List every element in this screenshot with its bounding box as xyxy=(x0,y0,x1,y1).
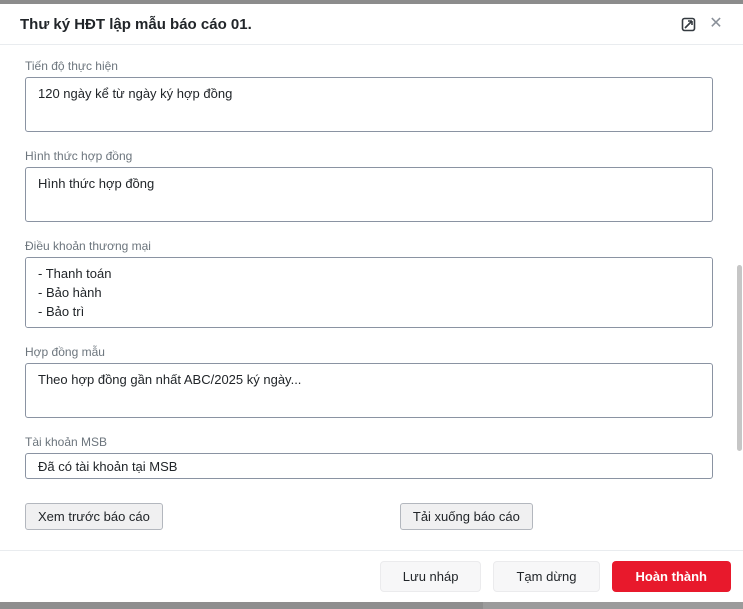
tai-khoan-msb-input[interactable] xyxy=(25,453,713,479)
report-template-dialog: Thư ký HĐT lập mẫu báo cáo 01. ✕ Tiến độ… xyxy=(0,4,743,602)
report-action-row: Xem trước báo cáo Tải xuống báo cáo xyxy=(25,503,713,530)
field-label-dieu-khoan: Điều khoản thương mại xyxy=(25,239,713,253)
hinh-thuc-hop-dong-textarea[interactable]: Hình thức hợp đồng xyxy=(25,167,713,222)
download-report-button[interactable]: Tải xuống báo cáo xyxy=(400,503,533,530)
field-label-hop-dong-mau: Hợp đồng mẫu xyxy=(25,345,713,359)
complete-button[interactable]: Hoàn thành xyxy=(612,561,732,592)
field-label-hinh-thuc: Hình thức hợp đồng xyxy=(25,149,713,163)
expand-icon[interactable] xyxy=(679,15,697,33)
dialog-header: Thư ký HĐT lập mẫu báo cáo 01. ✕ xyxy=(0,4,743,45)
field-label-tien-do: Tiến độ thực hiện xyxy=(25,59,713,73)
dieu-khoan-thuong-mai-textarea[interactable]: - Thanh toán - Bảo hành - Bảo trì xyxy=(25,257,713,328)
tien-do-thuc-hien-textarea[interactable]: 120 ngày kể từ ngày ký hợp đồng xyxy=(25,77,713,132)
header-icon-group: ✕ xyxy=(679,15,725,33)
scrollbar-track-segment xyxy=(483,602,743,609)
dialog-title: Thư ký HĐT lập mẫu báo cáo 01. xyxy=(20,16,252,33)
field-label-tai-khoan-msb: Tài khoản MSB xyxy=(25,435,713,449)
dialog-body: Tiến độ thực hiện 120 ngày kể từ ngày ký… xyxy=(0,45,743,541)
close-icon[interactable]: ✕ xyxy=(707,15,725,33)
page-bottom-scrollbar[interactable] xyxy=(0,602,743,609)
pause-button[interactable]: Tạm dừng xyxy=(493,561,599,592)
hop-dong-mau-textarea[interactable]: Theo hợp đồng gần nhất ABC/2025 ký ngày.… xyxy=(25,363,713,418)
dialog-footer: Lưu nháp Tạm dừng Hoàn thành xyxy=(0,550,743,602)
preview-report-button[interactable]: Xem trước báo cáo xyxy=(25,503,163,530)
vertical-scrollbar[interactable] xyxy=(737,265,742,451)
save-draft-button[interactable]: Lưu nháp xyxy=(380,561,482,592)
